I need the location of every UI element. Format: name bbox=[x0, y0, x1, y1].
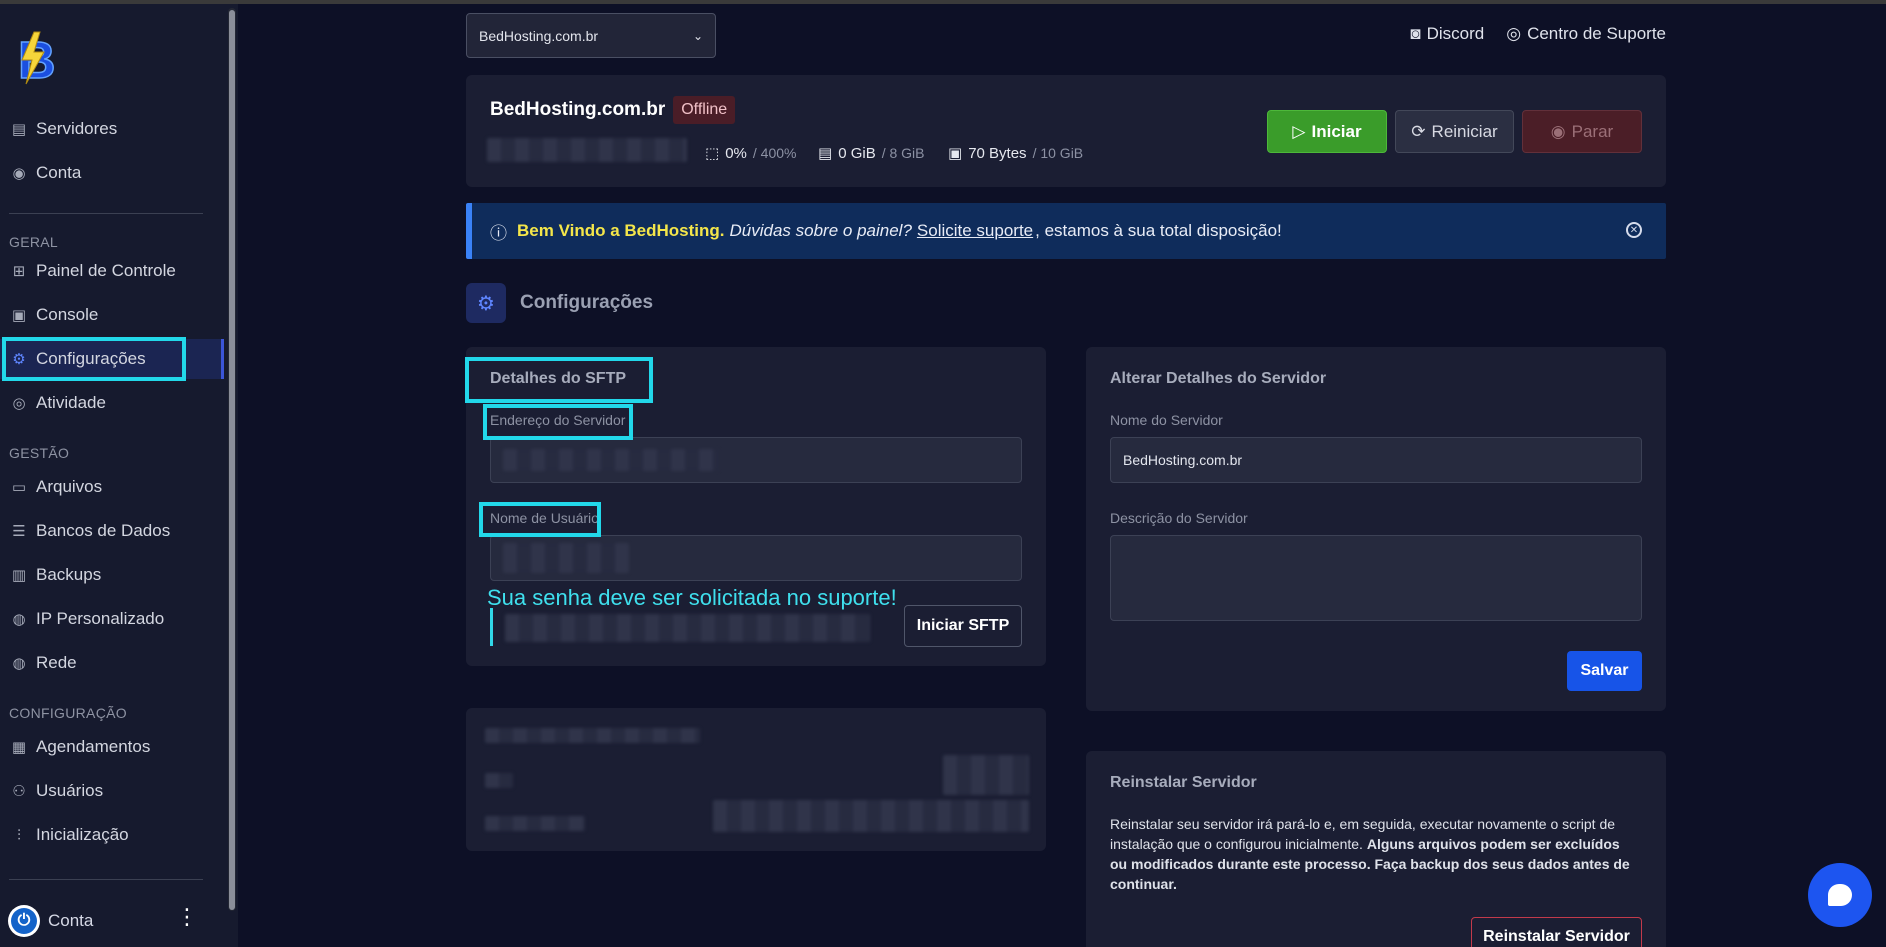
server-select[interactable]: BedHosting.com.br ⌄ bbox=[466, 13, 716, 58]
disk-icon: ▣ bbox=[948, 145, 963, 162]
server-description-label: Descrição do Servidor bbox=[1110, 510, 1248, 526]
sidebar-item-console[interactable]: ▣ Console bbox=[0, 295, 224, 335]
sidebar-item-activity[interactable]: ◎ Atividade bbox=[0, 383, 224, 423]
redacted-address bbox=[487, 138, 687, 162]
sidebar-item-schedules[interactable]: ▦ Agendamentos bbox=[0, 727, 224, 767]
close-icon[interactable]: ✕ bbox=[1626, 222, 1642, 238]
page-title: ⚙ Configurações bbox=[466, 283, 653, 323]
sidebar-divider-bottom bbox=[9, 879, 203, 880]
redacted-text bbox=[485, 816, 585, 831]
memory-icon: ▤ bbox=[818, 145, 833, 162]
database-icon: ☰ bbox=[12, 523, 26, 540]
play-icon: ▷ bbox=[1292, 121, 1306, 141]
stop-icon: ◉ bbox=[1550, 121, 1566, 141]
server-icon: ▤ bbox=[11, 121, 27, 138]
stop-button[interactable]: ◉ Parar bbox=[1522, 110, 1642, 153]
sidebar-item-startup[interactable]: ⫶ Inicialização bbox=[0, 815, 224, 855]
kebab-menu-icon[interactable]: ⋮ bbox=[176, 906, 198, 928]
sidebar-scrollbar-thumb[interactable] bbox=[229, 10, 235, 910]
users-icon: ⚇ bbox=[12, 783, 26, 800]
support-center-link[interactable]: ◎ Centro de Suporte bbox=[1506, 24, 1666, 44]
cpu-stat: ⬚ 0% / 400% bbox=[705, 144, 797, 163]
sidebar-item-custom-ip[interactable]: ◍ IP Personalizado bbox=[0, 599, 224, 639]
username-label: Nome de Usuário bbox=[490, 510, 599, 526]
reinstall-title: Reinstalar Servidor bbox=[1110, 774, 1257, 791]
redacted-text bbox=[485, 773, 513, 788]
chat-bubble-icon bbox=[1828, 884, 1852, 906]
section-title-general: GERAL bbox=[9, 234, 58, 250]
reinstall-description: Reinstalar seu servidor irá pará-lo e, e… bbox=[1110, 816, 1630, 892]
sidebar-item-control-panel[interactable]: ⊞ Painel de Controle bbox=[0, 251, 224, 291]
sidebar-item-account[interactable]: ◉ Conta bbox=[0, 153, 224, 193]
discord-icon: ◙ bbox=[1410, 24, 1421, 43]
server-name-input[interactable]: BedHosting.com.br bbox=[1110, 437, 1642, 483]
disk-stat: ▣ 70 Bytes / 10 GiB bbox=[948, 144, 1084, 163]
sliders-icon: ⫶ bbox=[17, 826, 21, 844]
refresh-icon: ⟳ bbox=[1411, 121, 1426, 141]
top-links: ◙ Discord ◎ Centro de Suporte bbox=[1410, 24, 1666, 44]
chat-widget-button[interactable] bbox=[1808, 863, 1872, 927]
save-button[interactable]: Salvar bbox=[1567, 651, 1642, 691]
sidebar-item-network[interactable]: ◍ Rede bbox=[0, 643, 224, 683]
server-address-input[interactable] bbox=[490, 437, 1022, 483]
lifebuoy-icon: ◎ bbox=[1506, 24, 1522, 43]
server-description-textarea[interactable] bbox=[1110, 535, 1642, 621]
chevron-down-icon: ⌄ bbox=[692, 28, 703, 43]
terminal-icon: ▣ bbox=[11, 307, 27, 324]
sidebar-item-databases[interactable]: ☰ Bancos de Dados bbox=[0, 511, 224, 551]
reinstall-server-button[interactable]: Reinstalar Servidor bbox=[1471, 917, 1642, 947]
annotation-bar bbox=[490, 608, 493, 646]
server-name-label: Nome do Servidor bbox=[1110, 412, 1223, 428]
window-top-edge bbox=[0, 0, 1886, 4]
redacted-value bbox=[503, 543, 629, 573]
username-input[interactable] bbox=[490, 535, 1022, 581]
cpu-icon: ⬚ bbox=[705, 145, 720, 162]
globe-icon: ◍ bbox=[12, 611, 26, 628]
avatar: ⏻ bbox=[8, 905, 40, 937]
network-icon: ◍ bbox=[12, 655, 26, 672]
section-title-configuration: CONFIGURAÇÃO bbox=[9, 705, 127, 721]
redacted-text bbox=[713, 800, 1029, 832]
support-link[interactable]: Solicite suporte bbox=[917, 221, 1033, 241]
user-circle-icon: ◉ bbox=[12, 165, 26, 182]
sidebar-item-servers[interactable]: ▤ Servidores bbox=[0, 109, 224, 149]
gear-icon: ⚙ bbox=[12, 351, 26, 368]
sidebar-divider bbox=[9, 213, 203, 214]
restart-button[interactable]: ⟳ Reiniciar bbox=[1395, 110, 1514, 153]
folder-icon: ▭ bbox=[11, 479, 27, 496]
sidebar: B ▤ Servidores ◉ Conta GERAL ⊞ Painel de… bbox=[0, 4, 238, 947]
server-name: BedHosting.com.br bbox=[490, 99, 666, 120]
sftp-title: Detalhes do SFTP bbox=[490, 370, 627, 387]
redacted-connection-string bbox=[505, 614, 870, 642]
gear-icon: ⚙ bbox=[466, 283, 506, 323]
info-icon: ⓘ bbox=[490, 223, 507, 243]
sidebar-item-users[interactable]: ⚇ Usuários bbox=[0, 771, 224, 811]
redacted-text bbox=[485, 728, 700, 743]
archive-icon: ▥ bbox=[11, 567, 27, 584]
server-details-title: Alterar Detalhes do Servidor bbox=[1110, 370, 1327, 387]
power-icon: ⏻ bbox=[11, 908, 37, 934]
grid-icon: ⊞ bbox=[12, 263, 26, 280]
discord-link[interactable]: ◙ Discord bbox=[1410, 24, 1484, 44]
welcome-alert: ⓘ Bem Vindo a BedHosting. Dúvidas sobre … bbox=[466, 203, 1666, 259]
password-note: Sua senha deve ser solicitada no suporte… bbox=[487, 585, 897, 610]
server-title-row: BedHosting.com.br Offline bbox=[490, 96, 736, 124]
sidebar-item-settings[interactable]: ⚙ Configurações bbox=[0, 339, 224, 379]
redacted-text bbox=[943, 755, 1029, 795]
server-address-label: Endereço do Servidor bbox=[490, 412, 626, 428]
sidebar-item-backups[interactable]: ▥ Backups bbox=[0, 555, 224, 595]
sidebar-item-files[interactable]: ▭ Arquivos bbox=[0, 467, 224, 507]
section-title-management: GESTÃO bbox=[9, 445, 70, 461]
start-sftp-button[interactable]: Iniciar SFTP bbox=[904, 605, 1022, 647]
eye-icon: ◎ bbox=[12, 395, 26, 412]
redacted-value bbox=[503, 449, 719, 471]
start-button[interactable]: ▷ Iniciar bbox=[1267, 110, 1387, 153]
calendar-icon: ▦ bbox=[11, 739, 27, 756]
bedhosting-logo[interactable]: B bbox=[12, 28, 68, 88]
memory-stat: ▤ 0 GiB / 8 GiB bbox=[818, 144, 925, 163]
status-badge: Offline bbox=[673, 96, 736, 124]
